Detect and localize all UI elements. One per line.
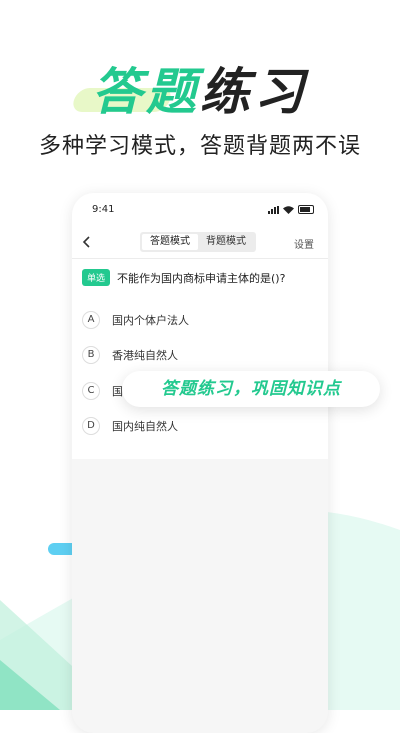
hero-title-dark: 练习	[200, 63, 308, 121]
status-icons	[268, 205, 314, 214]
wifi-icon	[283, 205, 294, 214]
option-text: 国内纯自然人	[112, 420, 178, 433]
tab-memorize-mode[interactable]: 背题模式	[198, 234, 254, 250]
option-letter: D	[82, 417, 100, 435]
question-type-badge: 单选	[82, 269, 111, 286]
option-letter: C	[82, 382, 100, 400]
option-d[interactable]: D 国内纯自然人	[82, 417, 178, 435]
mode-tabs: 答题模式 背题模式	[140, 232, 256, 252]
hero-title: 答题练习	[0, 52, 400, 124]
question-row: 单选 不能作为国内商标申请主体的是()?	[82, 269, 322, 286]
option-letter: B	[82, 346, 100, 364]
tab-answer-mode[interactable]: 答题模式	[142, 234, 198, 250]
question-text: 不能作为国内商标申请主体的是()?	[117, 271, 286, 285]
question-panel: 9:41 答题模式 背题模式 设置 单选 不能作为国内商标申请主体的是()? A	[72, 193, 328, 459]
feature-banner: 答题练习，巩固知识点	[122, 371, 380, 407]
option-c[interactable]: C 国	[82, 382, 123, 400]
settings-button[interactable]: 设置	[294, 236, 314, 251]
battery-icon	[298, 205, 314, 214]
phone-mockup: 9:41 答题模式 背题模式 设置 单选 不能作为国内商标申请主体的是()? A	[72, 193, 328, 733]
status-time: 9:41	[92, 204, 115, 215]
option-letter: A	[82, 311, 100, 329]
hero-subtitle: 多种学习模式，答题背题两不误	[38, 134, 361, 159]
option-a[interactable]: A 国内个体户法人	[82, 311, 189, 329]
option-b[interactable]: B 香港纯自然人	[82, 346, 178, 364]
option-text: 国内个体户法人	[112, 314, 189, 327]
back-arrow-icon[interactable]	[78, 231, 96, 253]
signal-icon	[268, 205, 279, 214]
status-bar: 9:41	[72, 193, 328, 227]
nav-divider	[72, 258, 328, 259]
nav-bar: 答题模式 背题模式 设置	[72, 229, 328, 257]
hero-title-green: 答题	[92, 63, 200, 121]
option-text: 香港纯自然人	[112, 349, 178, 362]
